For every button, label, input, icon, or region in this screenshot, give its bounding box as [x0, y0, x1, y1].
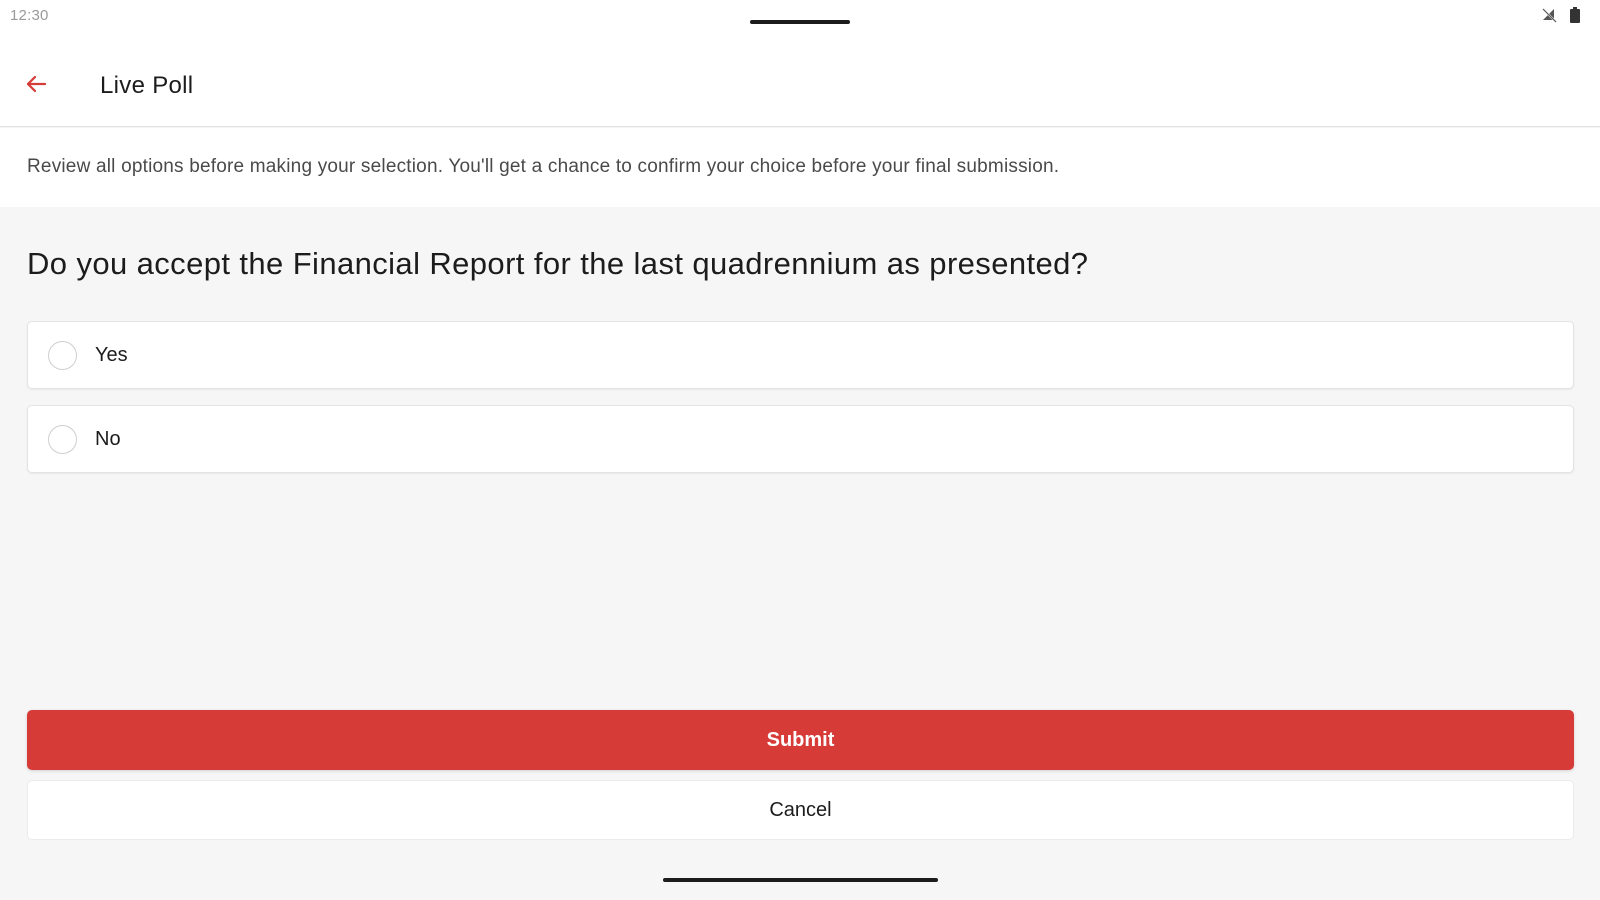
submit-button[interactable]: Submit — [27, 710, 1574, 770]
radio-button[interactable] — [48, 425, 77, 454]
camera-notch — [750, 20, 850, 24]
status-time: 12:30 — [10, 7, 49, 24]
poll-question: Do you accept the Financial Report for t… — [27, 246, 1089, 281]
instructions-text: Review all options before making your se… — [27, 156, 1060, 177]
cancel-button[interactable]: Cancel — [27, 780, 1574, 840]
option-label: No — [95, 428, 121, 450]
radio-button[interactable] — [48, 341, 77, 370]
battery-icon — [1570, 7, 1580, 23]
arrow-left-icon — [24, 72, 48, 101]
no-signal-icon — [1540, 6, 1558, 24]
status-icons — [1540, 6, 1580, 24]
option-label: Yes — [95, 344, 128, 366]
status-bar: 12:30 — [0, 0, 1600, 50]
home-indicator — [663, 878, 938, 882]
poll-option-no[interactable]: No — [27, 405, 1574, 473]
instructions-panel: Review all options before making your se… — [0, 128, 1600, 207]
app-header: Live Poll — [0, 50, 1600, 127]
poll-option-yes[interactable]: Yes — [27, 321, 1574, 389]
back-button[interactable] — [18, 68, 54, 104]
page-title: Live Poll — [100, 72, 194, 99]
live-poll-screen: 12:30 Live Poll Review all options befor… — [0, 0, 1600, 900]
